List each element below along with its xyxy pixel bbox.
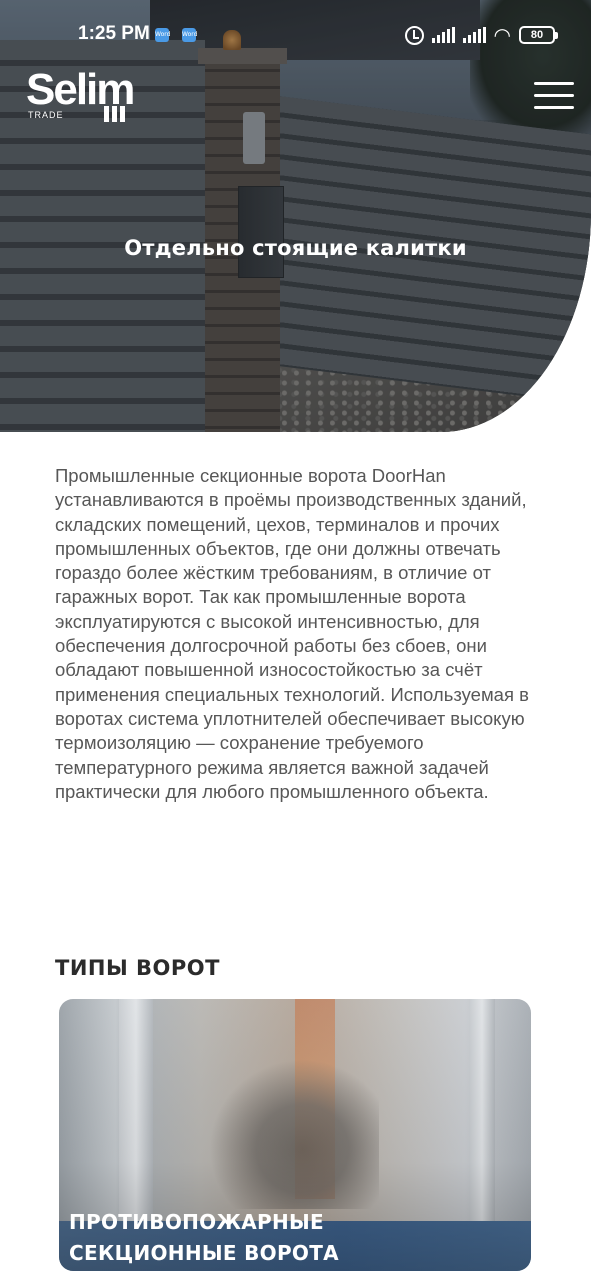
gate-types-heading: ТИПЫ ВОРОТ [55, 956, 220, 980]
status-time: 1:25 PM [78, 23, 150, 44]
gate-type-card-title: ПРОТИВОПОЖАРНЫЕ СЕКЦИОННЫЕ ВОРОТА [69, 1210, 339, 1265]
logo-subtext: TRADE [28, 110, 64, 120]
battery-icon: 80 [519, 26, 558, 44]
signal-icon [431, 27, 455, 43]
wifi-icon: ◠ [493, 23, 511, 47]
hamburger-menu-icon[interactable] [534, 80, 574, 112]
logo-bars-icon [104, 106, 125, 122]
logo[interactable]: Selim TRADE [26, 68, 146, 126]
alarm-icon [404, 25, 424, 45]
status-bar: 1:25 PM Word Word ◠ 80 [0, 18, 591, 52]
status-icons: ◠ 80 [404, 23, 558, 47]
gate-type-card[interactable]: ПРОТИВОПОЖАРНЫЕ СЕКЦИОННЫЕ ВОРОТА [59, 999, 531, 1271]
description-text: Промышленные секционные ворота DoorHan у… [55, 465, 529, 802]
hero-title: Отдельно стоящие калитки [124, 236, 467, 260]
word-app-icon: Word [155, 28, 170, 42]
signal-icon [462, 27, 486, 43]
word-app-icon: Word [182, 28, 197, 42]
